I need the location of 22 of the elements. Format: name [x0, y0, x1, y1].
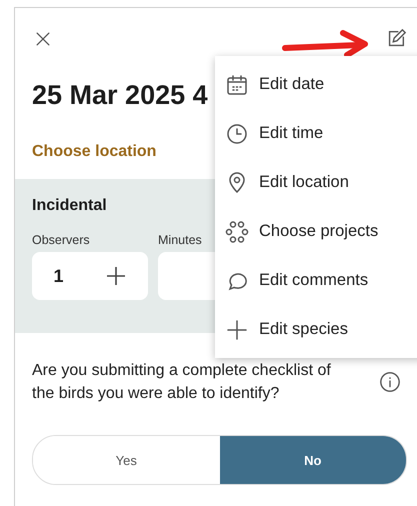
checklist-date: 25 Mar 2025 4: [32, 80, 208, 111]
menu-item[interactable]: Choose projects: [215, 207, 417, 256]
plus-icon[interactable]: [106, 266, 126, 286]
menu-item[interactable]: Edit time: [215, 109, 417, 158]
circles-icon: [225, 220, 249, 244]
menu-item[interactable]: Edit species: [215, 305, 417, 354]
clock-icon: [225, 122, 249, 146]
plus-icon: [225, 318, 249, 342]
menu-item[interactable]: Edit comments: [215, 256, 417, 305]
protocol-title: Incidental: [32, 197, 108, 215]
menu-item[interactable]: Edit date: [215, 60, 417, 109]
menu-item[interactable]: Edit location: [215, 158, 417, 207]
choose-location-link[interactable]: Choose location: [32, 143, 156, 161]
question-text: Are you submitting a complete checklist of the birds you were able to identify?: [32, 361, 332, 404]
info-icon: [379, 371, 401, 393]
field-label: Observers: [32, 233, 90, 247]
observers-stepper[interactable]: 1: [32, 252, 148, 300]
info-button[interactable]: [379, 371, 401, 393]
stepper-value: 1: [53, 266, 64, 286]
calendar-icon: [225, 72, 249, 96]
field-label: Minutes: [158, 233, 202, 247]
answer-option[interactable]: No: [220, 436, 406, 484]
